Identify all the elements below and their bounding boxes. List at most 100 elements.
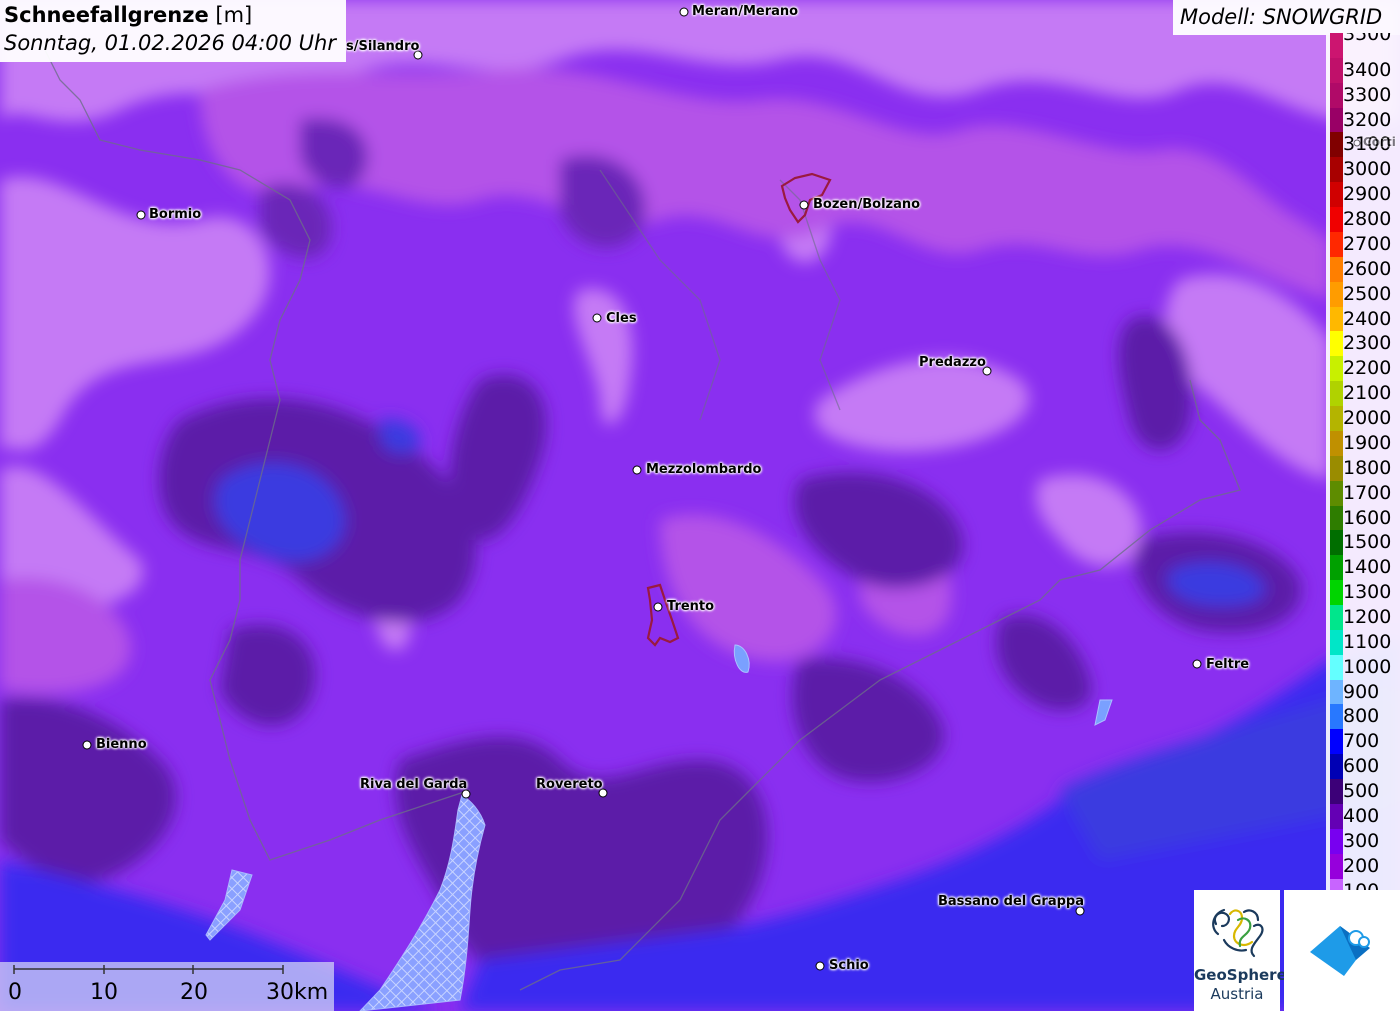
legend-swatch [1330, 679, 1343, 705]
city-dot-mezzolombardo [632, 465, 642, 475]
city-label-corti: Corti [1363, 135, 1396, 149]
city-label-cles: Cles [606, 311, 637, 326]
legend-label: 1700 [1343, 481, 1392, 504]
legend-swatch [1330, 381, 1343, 407]
legend-label: 200 [1343, 854, 1380, 877]
scale-label-30km: 30km [266, 980, 329, 1005]
legend-swatch [1330, 605, 1343, 630]
legend-label: 3200 [1343, 108, 1392, 131]
legend-label: 400 [1343, 804, 1380, 827]
city-dot-bozen [799, 200, 809, 210]
cloud-arrow-icon [1310, 926, 1370, 976]
legend-label: 2200 [1343, 357, 1392, 380]
legend-swatch [1330, 555, 1343, 581]
legend-swatch [1330, 803, 1343, 829]
legend-label: 1000 [1343, 655, 1392, 678]
legend-label: 1400 [1343, 556, 1392, 579]
city-label-bozen: Bozen/Bolzano [813, 197, 921, 212]
legend-swatch [1330, 754, 1343, 780]
legend-swatch [1330, 107, 1343, 133]
scale-label-0: 0 [8, 980, 22, 1005]
legend-swatch [1330, 530, 1343, 556]
snowfall-line-map[interactable] [0, 0, 1400, 1011]
legend-swatch [1330, 207, 1343, 233]
scale-label-20: 20 [180, 980, 208, 1005]
legend-label: 3500 [1343, 33, 1392, 45]
legend-label: 1800 [1343, 456, 1392, 479]
city-label-predazzo: Predazzo [919, 355, 986, 370]
legend-label: 1600 [1343, 506, 1392, 529]
legend-swatch [1330, 505, 1343, 531]
city-label-feltre: Feltre [1206, 657, 1250, 672]
legend-label: 2500 [1343, 282, 1392, 305]
legend-label: 1900 [1343, 431, 1392, 454]
legend-swatch [1330, 828, 1343, 854]
city-label-trento: Trento [667, 599, 715, 614]
model-label: Modell: SNOWGRID [1180, 5, 1383, 29]
city-dot-corti [1353, 139, 1361, 147]
scale-label-10: 10 [90, 980, 118, 1005]
legend-label: 500 [1343, 780, 1380, 803]
legend-label: 3000 [1343, 158, 1392, 181]
legend-label: 2800 [1343, 208, 1392, 231]
legend-label: 600 [1343, 755, 1380, 778]
legend-swatch [1330, 455, 1343, 481]
title-main: Schneefallgrenze [4, 3, 209, 27]
legend-swatch [1330, 480, 1343, 506]
legend-label: 2900 [1343, 183, 1392, 206]
city-label-bienno: Bienno [96, 737, 147, 752]
city-dot-bienno [82, 740, 92, 750]
city-dot-meran [679, 7, 689, 17]
legend-swatch [1330, 132, 1343, 158]
legend-swatch [1330, 729, 1343, 755]
legend-swatch [1330, 256, 1343, 282]
city-dot-feltre [1192, 659, 1202, 669]
city-label-riva: Riva del Garda [360, 777, 468, 792]
map-datetime: Sonntag, 01.02.2026 04:00 Uhr [4, 31, 337, 55]
legend-label: 900 [1343, 680, 1380, 703]
legend-swatch [1330, 82, 1343, 108]
city-dot-cles [592, 313, 602, 323]
partner-logo[interactable] [1284, 890, 1400, 1011]
legend-swatch [1330, 356, 1343, 382]
legend-label: 700 [1343, 730, 1380, 753]
legend-swatch [1330, 281, 1343, 307]
city-dot-trento [653, 602, 663, 612]
legend-label: 2100 [1343, 382, 1392, 405]
legend-label: 3300 [1343, 83, 1392, 106]
city-dot-schio [815, 961, 825, 971]
legend-swatch [1330, 406, 1343, 432]
legend-label: 2400 [1343, 307, 1392, 330]
logo-text-austria: Austria [1210, 985, 1264, 1003]
legend-swatch [1330, 853, 1343, 879]
legend-label: 2700 [1343, 232, 1392, 255]
legend-label: 2600 [1343, 257, 1392, 280]
city-label-schio: Schio [829, 958, 869, 973]
legend-swatch [1330, 654, 1343, 680]
title-unit: [m] [215, 3, 253, 27]
legend-label: 1100 [1343, 630, 1392, 653]
geosphere-emblem-icon [1212, 908, 1264, 958]
legend-label: 2300 [1343, 332, 1392, 355]
legend-swatch [1330, 57, 1343, 83]
legend-label: 300 [1343, 829, 1380, 852]
city-dot-bormio [136, 210, 146, 220]
legend-swatch [1330, 580, 1343, 606]
legend-swatch [1330, 157, 1343, 183]
map-title-panel: Schneefallgrenze [m] Sonntag, 01.02.2026… [0, 0, 346, 62]
logo-text-geosphere: GeoSphere [1194, 966, 1287, 984]
model-label-panel: Modell: SNOWGRID [1173, 0, 1400, 35]
legend-swatch [1330, 231, 1343, 257]
legend-swatch [1330, 33, 1343, 58]
legend-label: 800 [1343, 705, 1380, 728]
city-label-silandro: s/Silandro [346, 39, 420, 54]
legend-label: 3400 [1343, 58, 1392, 81]
legend-label: 1300 [1343, 581, 1392, 604]
legend-swatch [1330, 430, 1343, 456]
city-label-bassano: Bassano del Grappa [938, 894, 1084, 909]
legend-swatch [1330, 704, 1343, 730]
map-title: Schneefallgrenze [m] [4, 3, 252, 27]
legend-swatch [1330, 182, 1343, 208]
legend-swatch [1330, 331, 1343, 357]
legend-label: 1200 [1343, 606, 1392, 628]
